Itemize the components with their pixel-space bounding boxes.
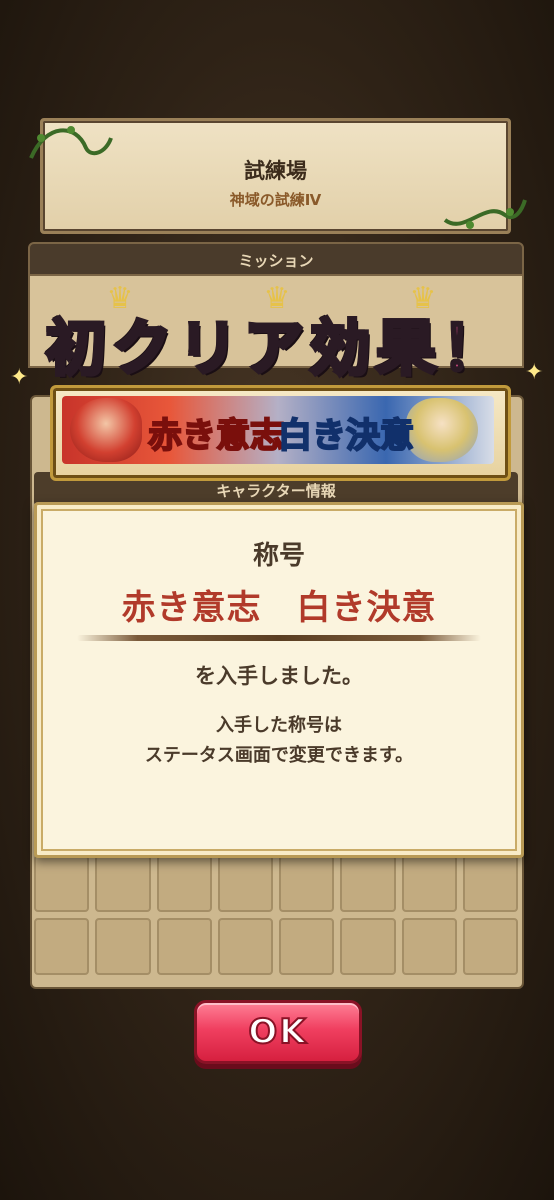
grid-cell <box>401 855 457 912</box>
ribbon-blue-text: 白き決意 <box>277 415 415 457</box>
ok-button[interactable]: OK <box>194 1000 362 1064</box>
mission-label: ミッション <box>238 252 314 270</box>
grid-cell <box>217 855 273 912</box>
grid-cell <box>156 855 212 912</box>
dialog-note-line2: ステータス画面で変更できます。 <box>144 745 414 766</box>
sparkle-icon: ✦ <box>525 360 544 385</box>
grid-cell <box>401 918 457 975</box>
dialog-note-line1: 入手した称号は <box>216 715 342 736</box>
grid-cell <box>156 918 212 975</box>
grid-cell <box>217 918 273 975</box>
item-grid <box>34 855 518 975</box>
grid-cell <box>279 855 335 912</box>
grid-cell <box>34 918 90 975</box>
grid-cell <box>462 855 518 912</box>
mission-bar: ミッション <box>28 242 524 276</box>
grid-cell <box>95 918 151 975</box>
white-character-portrait <box>406 398 478 462</box>
ok-button-label: OK <box>247 1011 308 1053</box>
grid-cell <box>95 855 151 912</box>
grid-cell <box>462 918 518 975</box>
grid-cell <box>279 918 335 975</box>
ribbon-red-text: 赤き意志 <box>147 415 285 457</box>
sparkle-icon: ✦ <box>10 365 29 390</box>
dialog-title-name: 赤き意志 白き決意 <box>121 588 437 628</box>
vine-decoration-right <box>443 199 527 229</box>
first-clear-banner: 初クリア効果！ <box>44 312 508 386</box>
grid-cell <box>34 855 90 912</box>
dialog-label: 称号 <box>252 541 305 571</box>
grid-cell <box>340 855 396 912</box>
reward-dialog: 称号 赤き意志 白き決意 を入手しました。 入手した称号は ステータス画面で変更… <box>34 502 524 858</box>
stage-subtitle: 神域の試練Ⅳ <box>229 191 322 209</box>
red-character-portrait <box>70 398 142 462</box>
character-panel-title: キャラクター情報 <box>216 482 336 500</box>
dialog-divider <box>77 635 481 641</box>
grid-cell <box>340 918 396 975</box>
dialog-obtained-text: を入手しました。 <box>195 664 363 688</box>
vine-decoration-left <box>29 126 113 159</box>
